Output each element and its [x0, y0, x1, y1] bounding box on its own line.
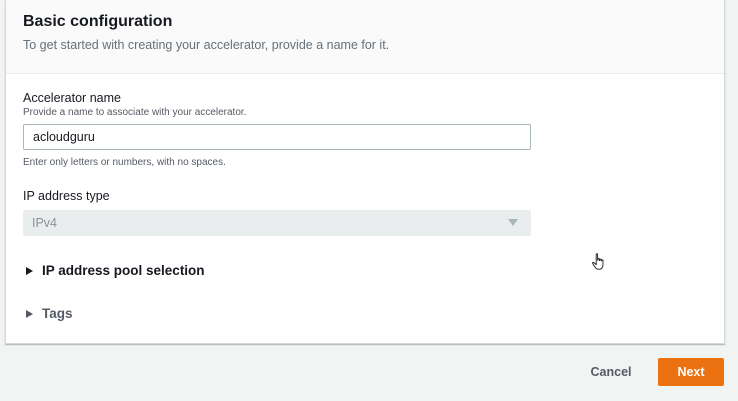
next-button[interactable]: Next [658, 358, 724, 386]
basic-configuration-panel: Basic configuration To get started with … [5, 0, 725, 344]
dropdown-arrow-icon [508, 219, 518, 226]
panel-description: To get started with creating your accele… [23, 38, 390, 52]
accelerator-name-constraint: Enter only letters or numbers, with no s… [23, 157, 226, 168]
panel-body: Accelerator name Provide a name to assoc… [6, 74, 724, 321]
panel-title: Basic configuration [23, 13, 173, 30]
accelerator-name-input[interactable] [23, 124, 531, 150]
tags-label: Tags [42, 306, 73, 321]
caret-right-icon [26, 309, 33, 318]
ip-address-pool-selection-expander[interactable]: IP address pool selection [26, 263, 724, 278]
ip-address-type-label: IP address type [23, 189, 110, 203]
hand-cursor-icon [592, 253, 604, 270]
ip-address-type-select[interactable]: IPv4 [23, 210, 531, 236]
ip-address-pool-selection-label: IP address pool selection [42, 263, 205, 278]
tags-expander[interactable]: Tags [26, 306, 724, 321]
caret-right-icon [26, 266, 33, 275]
accelerator-name-label: Accelerator name [23, 91, 121, 105]
cancel-button[interactable]: Cancel [581, 358, 641, 386]
accelerator-name-description: Provide a name to associate with your ac… [23, 107, 247, 118]
ip-address-type-value: IPv4 [32, 216, 58, 230]
panel-header: Basic configuration To get started with … [6, 0, 724, 74]
